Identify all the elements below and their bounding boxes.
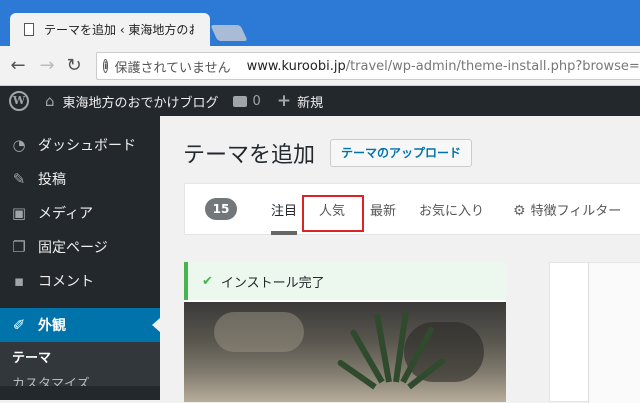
url-path: /travel/wp-admin/theme-install.php?brows… bbox=[345, 58, 640, 74]
sidebar-item-label: 固定ページ bbox=[38, 240, 108, 256]
page-icon: ❐ bbox=[12, 238, 26, 256]
new-tab-button[interactable] bbox=[210, 25, 248, 41]
media-icon: ▣ bbox=[11, 204, 27, 222]
pin-icon: ✎ bbox=[12, 170, 26, 188]
tab-title: テーマを追加 ‹ 東海地方のお bbox=[44, 23, 194, 37]
address-bar[interactable]: i 保護されていません www.kuroobi.jp/travel/wp-adm… bbox=[96, 52, 640, 80]
active-tab-indicator bbox=[271, 231, 297, 235]
feature-filter-label: 特徴フィルター bbox=[530, 204, 622, 219]
theme-card[interactable]: ✔ インストール完了 bbox=[184, 262, 506, 402]
info-icon[interactable]: i bbox=[103, 59, 109, 73]
submenu-item-themes[interactable]: テーマ bbox=[0, 346, 160, 372]
tab-feature-filter[interactable]: ⚙ 特徴フィルター bbox=[513, 200, 621, 219]
url-host: www.kuroobi.jp bbox=[246, 58, 346, 74]
browser-toolbar: ← → ↻ i 保護されていません www.kuroobi.jp/travel/… bbox=[0, 46, 640, 86]
page-icon bbox=[24, 23, 34, 36]
theme-count-badge: 15 bbox=[205, 198, 237, 220]
forward-icon[interactable]: → bbox=[37, 56, 57, 76]
theme-card[interactable] bbox=[549, 262, 640, 403]
browser-tab[interactable]: テーマを追加 ‹ 東海地方のお bbox=[10, 13, 210, 46]
install-notice: ✔ インストール完了 bbox=[184, 262, 506, 300]
comment-icon: ▪ bbox=[13, 272, 25, 290]
sidebar-item-label: ダッシュボード bbox=[38, 138, 136, 154]
reload-icon[interactable]: ↻ bbox=[64, 56, 84, 76]
site-name-link[interactable]: 東海地方のおでかけブログ bbox=[63, 92, 219, 111]
url-text[interactable]: www.kuroobi.jp/travel/wp-admin/theme-ins… bbox=[247, 59, 640, 74]
security-label: 保護されていません bbox=[114, 60, 231, 76]
theme-screenshot[interactable] bbox=[184, 302, 506, 402]
submenu-item-customize[interactable]: カスタマイズ bbox=[0, 372, 160, 386]
brush-icon: ✐ bbox=[12, 316, 26, 334]
sidebar-item-media[interactable]: ▣ メディア bbox=[0, 196, 160, 230]
sidebar-item-pages[interactable]: ❐ 固定ページ bbox=[0, 230, 160, 264]
wordpress-logo-icon[interactable]: W bbox=[9, 91, 29, 111]
gear-icon: ⚙ bbox=[513, 203, 526, 219]
theme-filter-bar: 15 注目 人気 最新 お気に入り ⚙ 特徴フィルター bbox=[184, 183, 640, 235]
comment-count[interactable]: 0 bbox=[253, 94, 261, 109]
sidebar-item-label: 投稿 bbox=[38, 172, 66, 188]
sidebar-item-dashboard[interactable]: ◔ ダッシュボード bbox=[0, 128, 160, 162]
home-icon[interactable]: ⌂ bbox=[45, 92, 55, 110]
sidebar-item-label: メディア bbox=[38, 206, 94, 222]
comment-bubble-icon[interactable] bbox=[232, 95, 247, 107]
notice-text: インストール完了 bbox=[220, 275, 325, 291]
plus-icon[interactable]: + bbox=[277, 91, 291, 111]
tab-featured[interactable]: 注目 bbox=[271, 200, 297, 219]
checkmark-icon: ✔ bbox=[202, 273, 213, 289]
sidebar-item-label: 外観 bbox=[38, 318, 66, 334]
sidebar-item-appearance[interactable]: ✐ 外観 bbox=[0, 308, 160, 342]
sidebar-item-label: コメント bbox=[38, 274, 94, 290]
appearance-submenu: テーマ カスタマイズ bbox=[0, 342, 160, 386]
admin-sidebar: ◔ ダッシュボード ✎ 投稿 ▣ メディア ❐ 固定ページ ▪ コメント ✐ 外… bbox=[0, 116, 160, 400]
tab-latest[interactable]: 最新 bbox=[370, 200, 396, 219]
theme-screenshot[interactable] bbox=[588, 263, 640, 403]
dashboard-icon: ◔ bbox=[12, 136, 26, 154]
page-title: テーマを追加 bbox=[183, 143, 316, 168]
new-content-link[interactable]: 新規 bbox=[297, 92, 323, 111]
wp-admin-bar: W ⌂ 東海地方のおでかけブログ 0 + 新規 bbox=[0, 86, 640, 116]
sidebar-item-posts[interactable]: ✎ 投稿 bbox=[0, 162, 160, 196]
sidebar-item-comments[interactable]: ▪ コメント bbox=[0, 264, 160, 298]
highlight-box bbox=[302, 195, 364, 232]
back-icon[interactable]: ← bbox=[8, 56, 28, 76]
tab-favorites[interactable]: お気に入り bbox=[419, 200, 484, 219]
background-blur bbox=[214, 312, 304, 352]
upload-theme-button[interactable]: テーマのアップロード bbox=[330, 139, 473, 167]
browser-tabstrip: テーマを追加 ‹ 東海地方のお bbox=[0, 0, 640, 46]
